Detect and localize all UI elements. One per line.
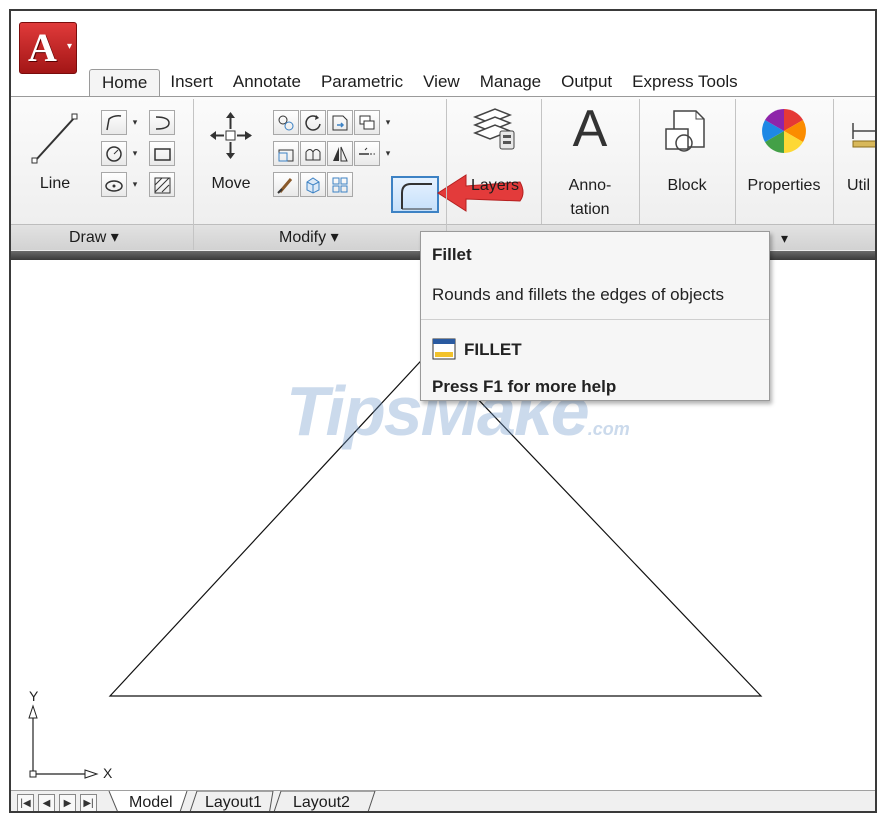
draw-panel-footer[interactable]: Draw ▾ [11,224,193,250]
mirror-icon [305,149,321,161]
trim-icon [332,115,348,131]
ellipse-icon [105,180,123,192]
tab-home[interactable]: Home [89,69,161,98]
utilities-button[interactable]: Util [837,101,875,221]
move-label: Move [211,175,251,192]
mirror-triangle-icon [333,146,348,162]
annotation-a-icon: A [572,100,608,158]
properties-label: Properties [747,177,821,194]
erase-brush-button[interactable] [273,172,299,197]
tab-output[interactable]: Output [551,69,622,96]
polyline-button[interactable] [101,110,127,135]
annotation-label-1: Anno- [568,177,612,194]
copy-icon [278,115,294,131]
hatch-icon [154,177,171,194]
array-layers-button[interactable] [354,110,380,135]
utilities-label: Util [847,177,871,194]
cube-icon [306,177,320,194]
fillet-tooltip: Fillet Rounds and fillets the edges of o… [420,231,770,401]
autocad-window: A ▾ Home Insert Annotate Parametric View… [9,9,877,813]
hatch-button[interactable] [149,172,175,197]
tooltip-description: Rounds and fillets the edges of objects [432,285,725,304]
trim-button[interactable] [327,110,353,135]
block-button[interactable]: Block [643,101,731,221]
copy-button[interactable] [273,110,299,135]
rotate-button[interactable] [300,110,326,135]
command-line-icon [432,338,456,360]
rect-array-button[interactable] [327,172,353,197]
autocad-logo-icon: A [28,25,57,70]
rectangle-button[interactable] [149,141,175,166]
brush-icon [277,178,293,194]
rectangle-icon [154,148,171,161]
tab-insert[interactable]: Insert [160,69,223,96]
move-button[interactable]: Move [201,107,261,217]
circle-dropdown[interactable]: ▾ [128,141,142,166]
chevron-down-icon[interactable]: ▾ [781,225,788,251]
circle-button[interactable] [101,141,127,166]
grid-array-icon [332,177,348,193]
block-icon [665,110,705,152]
first-layout-button[interactable]: |◀ [17,794,34,811]
circle-icon [106,146,122,162]
measure-icon [852,123,875,148]
array-icon [359,115,375,130]
tab-annotate[interactable]: Annotate [223,69,311,96]
tooltip-help: Press F1 for more help [432,377,617,396]
layers-icon [472,108,515,150]
annotation-button[interactable]: A Anno- tation [545,100,635,221]
application-menu-button[interactable]: A ▾ [19,22,77,74]
stretch-icon [278,149,294,162]
tab-model[interactable]: Model [129,791,173,811]
ellipse-dropdown[interactable]: ▾ [128,172,142,197]
tab-layout1[interactable]: Layout1 [205,791,262,811]
ellipse-button[interactable] [101,172,127,197]
tooltip-separator [421,319,769,320]
line-label: Line [39,175,71,192]
tab-express-tools[interactable]: Express Tools [622,69,748,96]
ribbon: Line ▾ ▾ ▾ Draw ▾ Move ▾ ▾ Modify ▾ Laye… [11,96,875,252]
arc-icon [155,116,170,130]
layers-label: Layers [470,177,520,194]
modify-panel-footer[interactable]: Modify ▾ [194,224,446,250]
mirror-triangle-button[interactable] [327,141,353,166]
next-layout-button[interactable]: ▶ [59,794,76,811]
fillet-button[interactable] [391,176,439,213]
polyline-dropdown[interactable]: ▾ [128,110,142,135]
ribbon-tabs: Home Insert Annotate Parametric View Man… [89,69,748,98]
layers-button[interactable]: Layers [451,101,539,221]
color-wheel-icon [762,109,806,153]
layout-tab-bar: |◀ ◀ ▶ ▶| Model Layout1 Layout2 [11,790,875,811]
chevron-down-icon: ▾ [66,41,72,52]
tooltip-title: Fillet [432,245,472,264]
move-icon [210,112,252,159]
offset-3d-button[interactable] [300,172,326,197]
extend-button[interactable] [354,141,380,166]
prev-layout-button[interactable]: ◀ [38,794,55,811]
block-label: Block [667,177,707,194]
properties-button[interactable]: Properties [737,101,831,221]
tab-view[interactable]: View [413,69,470,96]
stretch-button[interactable] [273,141,299,166]
ucs-x-label: X [103,765,113,781]
rotate-icon [305,115,321,131]
annotation-label-2: tation [570,201,610,218]
fillet-icon [401,183,432,210]
ucs-icon [28,704,99,779]
last-layout-button[interactable]: ▶| [80,794,97,811]
line-button[interactable]: Line [23,107,87,217]
line-icon [31,113,78,164]
extend-dropdown[interactable]: ▾ [381,141,395,166]
tab-parametric[interactable]: Parametric [311,69,413,96]
ucs-y-label: Y [29,688,39,704]
extend-icon [359,147,375,155]
array-dropdown[interactable]: ▾ [381,110,395,135]
tab-layout2[interactable]: Layout2 [293,791,350,811]
arc-button[interactable] [149,110,175,135]
mirror-button[interactable] [300,141,326,166]
tooltip-command: FILLET [464,340,522,359]
polyline-icon [106,115,122,131]
tab-manage[interactable]: Manage [470,69,551,96]
